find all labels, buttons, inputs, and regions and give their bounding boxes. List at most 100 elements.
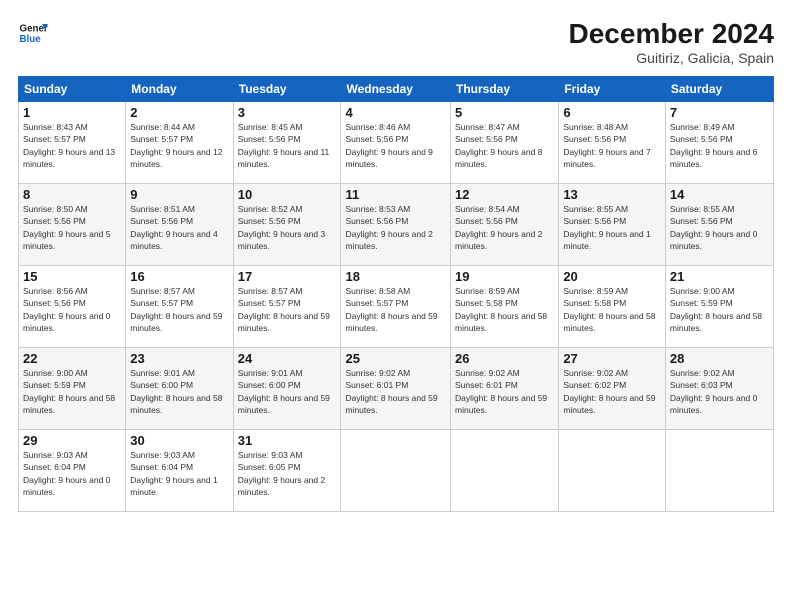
day-number: 28 <box>670 351 769 366</box>
day-number: 26 <box>455 351 554 366</box>
calendar-cell: 4 Sunrise: 8:46 AM Sunset: 5:56 PM Dayli… <box>341 102 451 184</box>
day-number: 12 <box>455 187 554 202</box>
calendar-cell <box>665 430 773 512</box>
calendar-cell: 23 Sunrise: 9:01 AM Sunset: 6:00 PM Dayl… <box>126 348 233 430</box>
table-row: 29 Sunrise: 9:03 AM Sunset: 6:04 PM Dayl… <box>19 430 774 512</box>
calendar-cell: 14 Sunrise: 8:55 AM Sunset: 5:56 PM Dayl… <box>665 184 773 266</box>
calendar-cell <box>559 430 666 512</box>
calendar-cell: 3 Sunrise: 8:45 AM Sunset: 5:56 PM Dayli… <box>233 102 341 184</box>
day-detail: Sunrise: 9:02 AM Sunset: 6:02 PM Dayligh… <box>563 367 661 416</box>
day-detail: Sunrise: 8:54 AM Sunset: 5:56 PM Dayligh… <box>455 203 554 252</box>
day-detail: Sunrise: 8:44 AM Sunset: 5:57 PM Dayligh… <box>130 121 228 170</box>
calendar-cell: 27 Sunrise: 9:02 AM Sunset: 6:02 PM Dayl… <box>559 348 666 430</box>
day-detail: Sunrise: 9:02 AM Sunset: 6:03 PM Dayligh… <box>670 367 769 416</box>
calendar-cell: 2 Sunrise: 8:44 AM Sunset: 5:57 PM Dayli… <box>126 102 233 184</box>
day-detail: Sunrise: 8:50 AM Sunset: 5:56 PM Dayligh… <box>23 203 121 252</box>
day-detail: Sunrise: 8:43 AM Sunset: 5:57 PM Dayligh… <box>23 121 121 170</box>
calendar-cell: 7 Sunrise: 8:49 AM Sunset: 5:56 PM Dayli… <box>665 102 773 184</box>
day-detail: Sunrise: 9:00 AM Sunset: 5:59 PM Dayligh… <box>670 285 769 334</box>
day-number: 29 <box>23 433 121 448</box>
table-row: 8 Sunrise: 8:50 AM Sunset: 5:56 PM Dayli… <box>19 184 774 266</box>
calendar-cell: 30 Sunrise: 9:03 AM Sunset: 6:04 PM Dayl… <box>126 430 233 512</box>
day-detail: Sunrise: 9:01 AM Sunset: 6:00 PM Dayligh… <box>130 367 228 416</box>
col-tuesday: Tuesday <box>233 77 341 102</box>
calendar-cell: 21 Sunrise: 9:00 AM Sunset: 5:59 PM Dayl… <box>665 266 773 348</box>
day-detail: Sunrise: 8:48 AM Sunset: 5:56 PM Dayligh… <box>563 121 661 170</box>
calendar-cell: 17 Sunrise: 8:57 AM Sunset: 5:57 PM Dayl… <box>233 266 341 348</box>
calendar-cell: 16 Sunrise: 8:57 AM Sunset: 5:57 PM Dayl… <box>126 266 233 348</box>
day-number: 21 <box>670 269 769 284</box>
calendar-cell: 20 Sunrise: 8:59 AM Sunset: 5:58 PM Dayl… <box>559 266 666 348</box>
day-detail: Sunrise: 8:52 AM Sunset: 5:56 PM Dayligh… <box>238 203 337 252</box>
calendar-cell: 24 Sunrise: 9:01 AM Sunset: 6:00 PM Dayl… <box>233 348 341 430</box>
day-number: 3 <box>238 105 337 120</box>
day-detail: Sunrise: 9:01 AM Sunset: 6:00 PM Dayligh… <box>238 367 337 416</box>
day-detail: Sunrise: 8:55 AM Sunset: 5:56 PM Dayligh… <box>670 203 769 252</box>
col-thursday: Thursday <box>451 77 559 102</box>
title-block: December 2024 Guitiriz, Galicia, Spain <box>569 18 774 66</box>
day-number: 5 <box>455 105 554 120</box>
day-detail: Sunrise: 8:53 AM Sunset: 5:56 PM Dayligh… <box>345 203 446 252</box>
day-detail: Sunrise: 8:57 AM Sunset: 5:57 PM Dayligh… <box>238 285 337 334</box>
day-number: 24 <box>238 351 337 366</box>
day-number: 22 <box>23 351 121 366</box>
day-number: 16 <box>130 269 228 284</box>
logo: General Blue <box>18 18 48 48</box>
day-number: 6 <box>563 105 661 120</box>
day-number: 13 <box>563 187 661 202</box>
calendar-cell: 22 Sunrise: 9:00 AM Sunset: 5:59 PM Dayl… <box>19 348 126 430</box>
day-detail: Sunrise: 8:59 AM Sunset: 5:58 PM Dayligh… <box>563 285 661 334</box>
day-detail: Sunrise: 9:02 AM Sunset: 6:01 PM Dayligh… <box>345 367 446 416</box>
svg-text:Blue: Blue <box>20 34 42 45</box>
calendar-cell: 5 Sunrise: 8:47 AM Sunset: 5:56 PM Dayli… <box>451 102 559 184</box>
calendar-cell: 15 Sunrise: 8:56 AM Sunset: 5:56 PM Dayl… <box>19 266 126 348</box>
calendar-cell: 29 Sunrise: 9:03 AM Sunset: 6:04 PM Dayl… <box>19 430 126 512</box>
calendar-cell: 19 Sunrise: 8:59 AM Sunset: 5:58 PM Dayl… <box>451 266 559 348</box>
day-number: 10 <box>238 187 337 202</box>
day-detail: Sunrise: 8:55 AM Sunset: 5:56 PM Dayligh… <box>563 203 661 252</box>
day-number: 4 <box>345 105 446 120</box>
calendar-cell: 28 Sunrise: 9:02 AM Sunset: 6:03 PM Dayl… <box>665 348 773 430</box>
calendar-cell: 8 Sunrise: 8:50 AM Sunset: 5:56 PM Dayli… <box>19 184 126 266</box>
day-number: 1 <box>23 105 121 120</box>
logo-icon: General Blue <box>18 18 48 48</box>
calendar-cell: 26 Sunrise: 9:02 AM Sunset: 6:01 PM Dayl… <box>451 348 559 430</box>
day-number: 27 <box>563 351 661 366</box>
main-title: December 2024 <box>569 18 774 50</box>
day-number: 17 <box>238 269 337 284</box>
day-detail: Sunrise: 9:03 AM Sunset: 6:04 PM Dayligh… <box>23 449 121 498</box>
day-number: 30 <box>130 433 228 448</box>
day-detail: Sunrise: 8:49 AM Sunset: 5:56 PM Dayligh… <box>670 121 769 170</box>
col-saturday: Saturday <box>665 77 773 102</box>
calendar-cell: 1 Sunrise: 8:43 AM Sunset: 5:57 PM Dayli… <box>19 102 126 184</box>
calendar-table: Sunday Monday Tuesday Wednesday Thursday… <box>18 76 774 512</box>
table-row: 1 Sunrise: 8:43 AM Sunset: 5:57 PM Dayli… <box>19 102 774 184</box>
day-detail: Sunrise: 8:51 AM Sunset: 5:56 PM Dayligh… <box>130 203 228 252</box>
day-number: 11 <box>345 187 446 202</box>
col-sunday: Sunday <box>19 77 126 102</box>
day-detail: Sunrise: 9:03 AM Sunset: 6:04 PM Dayligh… <box>130 449 228 498</box>
table-row: 22 Sunrise: 9:00 AM Sunset: 5:59 PM Dayl… <box>19 348 774 430</box>
calendar-cell <box>451 430 559 512</box>
day-detail: Sunrise: 8:59 AM Sunset: 5:58 PM Dayligh… <box>455 285 554 334</box>
day-number: 8 <box>23 187 121 202</box>
calendar-cell: 25 Sunrise: 9:02 AM Sunset: 6:01 PM Dayl… <box>341 348 451 430</box>
calendar-cell: 6 Sunrise: 8:48 AM Sunset: 5:56 PM Dayli… <box>559 102 666 184</box>
day-number: 9 <box>130 187 228 202</box>
day-detail: Sunrise: 8:56 AM Sunset: 5:56 PM Dayligh… <box>23 285 121 334</box>
calendar-cell: 31 Sunrise: 9:03 AM Sunset: 6:05 PM Dayl… <box>233 430 341 512</box>
table-row: 15 Sunrise: 8:56 AM Sunset: 5:56 PM Dayl… <box>19 266 774 348</box>
day-number: 18 <box>345 269 446 284</box>
calendar-cell: 11 Sunrise: 8:53 AM Sunset: 5:56 PM Dayl… <box>341 184 451 266</box>
col-friday: Friday <box>559 77 666 102</box>
calendar-cell: 18 Sunrise: 8:58 AM Sunset: 5:57 PM Dayl… <box>341 266 451 348</box>
col-wednesday: Wednesday <box>341 77 451 102</box>
calendar-cell <box>341 430 451 512</box>
day-number: 31 <box>238 433 337 448</box>
day-number: 7 <box>670 105 769 120</box>
day-detail: Sunrise: 8:58 AM Sunset: 5:57 PM Dayligh… <box>345 285 446 334</box>
page: General Blue December 2024 Guitiriz, Gal… <box>0 0 792 612</box>
calendar-cell: 10 Sunrise: 8:52 AM Sunset: 5:56 PM Dayl… <box>233 184 341 266</box>
calendar-cell: 12 Sunrise: 8:54 AM Sunset: 5:56 PM Dayl… <box>451 184 559 266</box>
col-monday: Monday <box>126 77 233 102</box>
